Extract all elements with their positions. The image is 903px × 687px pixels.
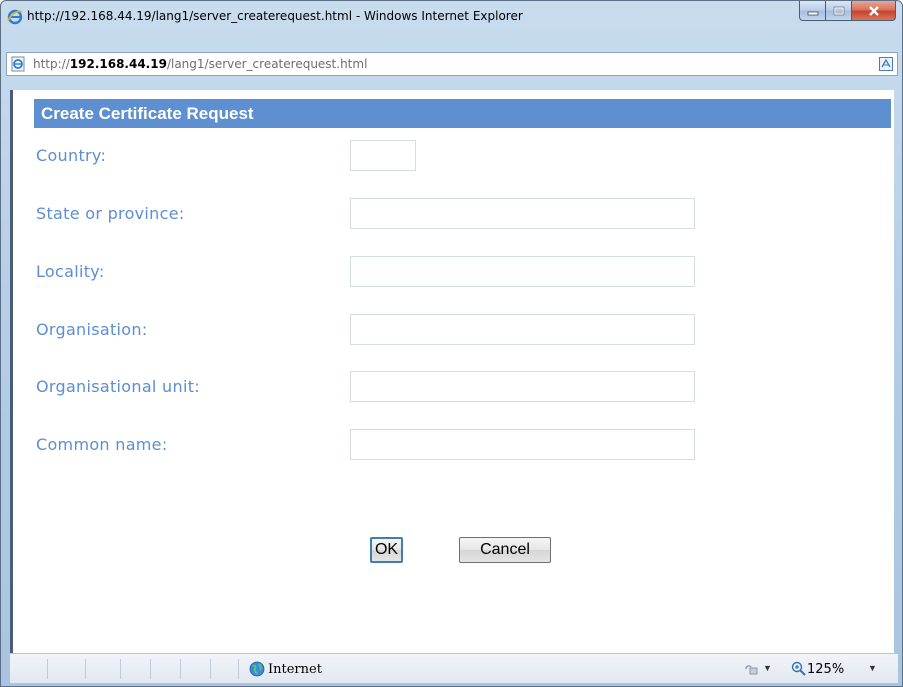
status-divider [120,659,121,679]
window-title: http://192.168.44.19/lang1/server_create… [27,9,523,23]
address-bar[interactable]: http://192.168.44.19/lang1/server_create… [6,52,898,76]
locality-label: Locality: [36,262,105,281]
page-icon [10,56,26,72]
locality-row: Locality: [34,256,894,288]
status-divider [47,659,48,679]
form-header: Create Certificate Request [34,99,891,128]
window-controls [799,1,896,21]
zone-label: Internet [268,662,322,677]
browser-window: http://192.168.44.19/lang1/server_create… [0,0,903,687]
page-title: Create Certificate Request [41,104,254,123]
common-name-row: Common name: [34,429,894,461]
org-unit-row: Organisational unit: [34,371,894,403]
org-unit-label: Organisational unit: [36,377,200,396]
minimize-icon [807,11,818,15]
status-divider [180,659,181,679]
org-unit-field[interactable] [350,371,695,402]
locality-field[interactable] [350,256,695,287]
ok-button[interactable]: OK [370,537,403,563]
address-url[interactable]: http://192.168.44.19/lang1/server_create… [33,57,367,71]
common-name-label: Common name: [36,435,168,454]
close-icon [868,5,879,16]
chevron-down-icon[interactable]: ▼ [868,663,877,673]
state-field[interactable] [350,198,695,229]
state-label: State or province: [36,204,185,223]
maximize-button[interactable] [826,1,852,21]
title-bar[interactable]: http://192.168.44.19/lang1/server_create… [1,1,902,32]
url-host: 192.168.44.19 [69,57,167,71]
url-path: /lang1/server_createrequest.html [166,57,368,71]
country-field[interactable] [350,140,416,171]
status-bar: Internet ▼ 125% ▼ [10,653,898,683]
close-button[interactable] [852,1,896,21]
status-divider [238,659,239,679]
organisation-field[interactable] [350,314,695,345]
status-divider [210,659,211,679]
chevron-down-icon[interactable]: ▼ [763,663,772,673]
maximize-icon [833,6,844,15]
organisation-row: Organisation: [34,314,894,346]
country-label: Country: [36,146,107,165]
compat-view-icon[interactable] [878,56,894,72]
minimize-button[interactable] [799,1,826,21]
zoom-icon[interactable] [791,661,806,676]
status-divider [85,659,86,679]
common-name-field[interactable] [350,429,695,460]
ie-icon [7,9,23,25]
country-row: Country: [34,140,894,172]
protected-mode-icon[interactable] [743,662,759,676]
cancel-button[interactable]: Cancel [459,537,551,563]
status-divider [150,659,151,679]
organisation-label: Organisation: [36,320,148,339]
globe-icon [249,661,265,677]
state-row: State or province: [34,198,894,230]
zoom-level[interactable]: 125% [807,662,844,677]
url-prefix: http:// [33,57,70,71]
page-content: Create Certificate Request Country: Stat… [10,90,894,653]
